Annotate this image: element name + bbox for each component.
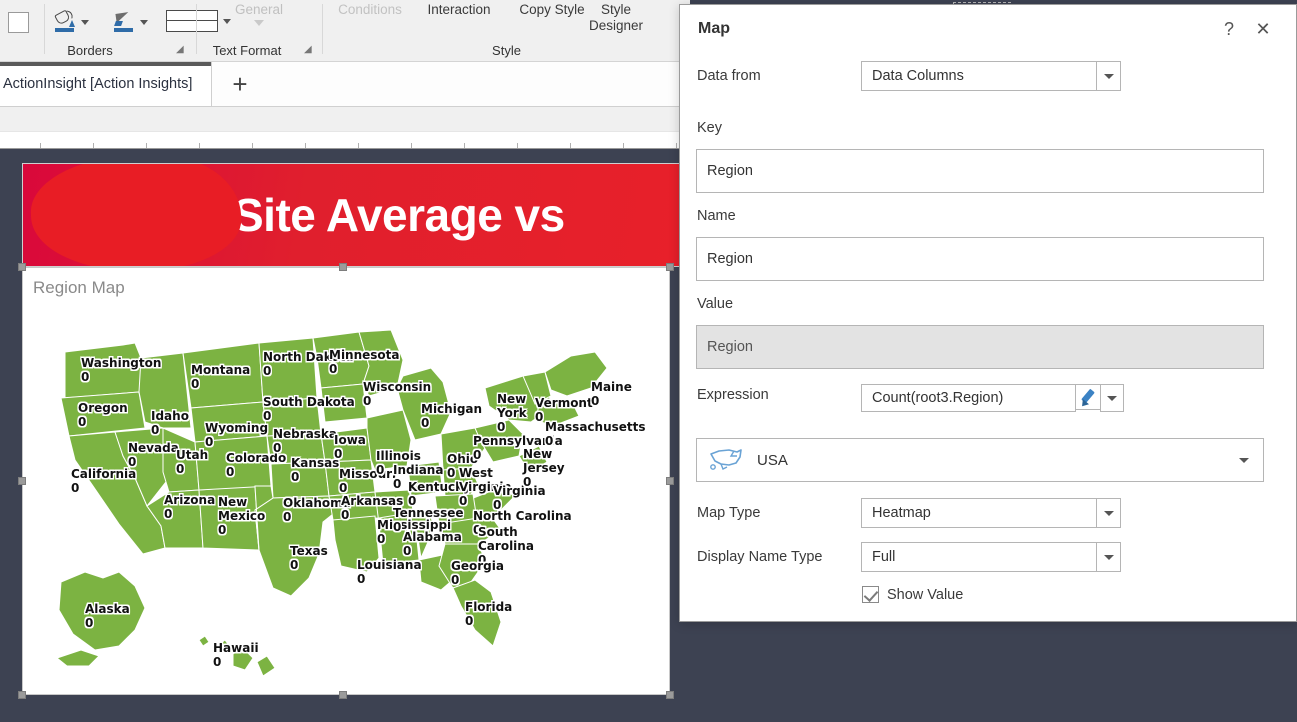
data-from-label: Data from	[697, 68, 761, 84]
text-format-general-combo: General	[205, 2, 313, 36]
group-caption-text-format: Text Format	[212, 43, 282, 58]
ribbon-group-text-format: General Text Format ◢	[197, 0, 322, 61]
tab-label: ActionInsight [Action Insights]	[3, 76, 193, 92]
key-label: Key	[697, 120, 722, 136]
region-map-component[interactable]: Region Map Washington 0 Oregon 0 Califor…	[22, 267, 670, 695]
name-label: Name	[697, 208, 736, 224]
usa-map-render[interactable]: Washington 0 Oregon 0 California 0 Nevada 0 …	[23, 310, 671, 696]
ribbon-group-borders: Borders ◢	[0, 0, 231, 61]
expression-input[interactable]: Count(root3.Region)	[861, 384, 1076, 412]
document-tab-bar: ActionInsight [Action Insights] +	[0, 62, 690, 107]
selection-handle-mr[interactable]	[666, 477, 674, 485]
map-region-select[interactable]: USA	[696, 438, 1264, 482]
border-color-button[interactable]	[113, 7, 148, 37]
selection-handle-bc[interactable]	[339, 691, 347, 699]
ribbon-group-style: Conditions Interaction Copy Style Style …	[323, 0, 1011, 61]
selection-handle-br[interactable]	[666, 691, 674, 699]
chevron-down-icon	[81, 19, 89, 25]
banner-component[interactable]: Site Average vs	[22, 163, 690, 267]
key-input[interactable]: Region	[696, 149, 1264, 193]
redaction-blob	[29, 164, 243, 266]
ruler-spacer	[0, 107, 690, 132]
map-dialog[interactable]: Map ? ✕ Data from Data Columns Key Regio…	[679, 4, 1297, 622]
style-designer-button[interactable]: Style Designer	[581, 2, 651, 34]
close-icon[interactable]: ✕	[1252, 18, 1274, 40]
data-from-input[interactable]: Data Columns	[861, 61, 1097, 91]
usa-map-svg	[55, 329, 608, 677]
usa-map-icon	[710, 449, 742, 470]
style-interaction-button[interactable]: Interaction	[411, 2, 507, 18]
ribbon-toolbar: Borders ◢ General Text Format ◢ Conditio…	[0, 0, 1011, 62]
banner-background: Site Average vs	[22, 163, 690, 267]
banner-title: Site Average vs	[233, 189, 565, 241]
chevron-down-icon	[1103, 73, 1114, 79]
display-name-type-label: Display Name Type	[697, 549, 823, 565]
style-conditions-button[interactable]: Conditions	[328, 2, 412, 18]
border-none-button[interactable]	[8, 7, 29, 37]
value-input: Region	[696, 325, 1264, 369]
display-name-type-input[interactable]: Full	[861, 542, 1097, 572]
borders-dialog-launcher[interactable]: ◢	[176, 44, 188, 56]
value-label: Value	[697, 296, 734, 312]
tab-active-indicator	[0, 62, 211, 66]
selection-handle-tc[interactable]	[339, 263, 347, 271]
map-dialog-title: Map	[698, 20, 730, 37]
expression-dropdown-button[interactable]	[1100, 384, 1124, 412]
fill-color-button[interactable]	[54, 7, 89, 37]
chevron-down-icon	[140, 19, 148, 25]
name-input[interactable]: Region	[696, 237, 1264, 281]
chevron-down-icon	[254, 20, 264, 26]
horizontal-ruler[interactable]	[0, 132, 690, 149]
selection-handle-tl[interactable]	[18, 263, 26, 271]
selection-handle-tr[interactable]	[666, 263, 674, 271]
chevron-down-icon	[1239, 457, 1249, 463]
expression-label: Expression	[697, 387, 769, 403]
map-type-label: Map Type	[697, 505, 761, 521]
square-outline-icon	[8, 11, 29, 33]
display-name-type-dropdown-button[interactable]	[1096, 542, 1121, 572]
map-type-dropdown-button[interactable]	[1096, 498, 1121, 528]
chevron-down-icon	[1103, 510, 1114, 516]
chevron-down-icon	[1103, 554, 1114, 560]
pen-icon	[113, 11, 135, 33]
application-window: Borders ◢ General Text Format ◢ Conditio…	[0, 0, 1297, 722]
map-region-value: USA	[757, 451, 788, 469]
chevron-down-icon	[1107, 395, 1117, 401]
edit-expression-pencil-icon[interactable]	[1075, 384, 1101, 410]
text-format-dialog-launcher[interactable]: ◢	[304, 44, 316, 56]
group-caption-style: Style	[492, 43, 521, 58]
selection-handle-bl[interactable]	[18, 691, 26, 699]
help-icon[interactable]: ?	[1218, 18, 1240, 40]
tab-actioninsight[interactable]: ActionInsight [Action Insights]	[0, 62, 212, 107]
paint-bucket-icon	[54, 9, 76, 33]
map-type-input[interactable]: Heatmap	[861, 498, 1097, 528]
group-caption-borders: Borders	[67, 43, 113, 58]
selection-handle-ml[interactable]	[18, 477, 26, 485]
report-canvas[interactable]: Site Average vs Region Map Washington 0 …	[0, 149, 690, 722]
text-format-general-label: General	[234, 2, 284, 17]
show-value-checkbox[interactable]	[862, 586, 879, 603]
add-tab-button[interactable]: +	[225, 70, 255, 100]
region-map-title: Region Map	[33, 278, 125, 297]
show-value-label: Show Value	[887, 587, 964, 603]
data-from-dropdown-button[interactable]	[1096, 61, 1121, 91]
